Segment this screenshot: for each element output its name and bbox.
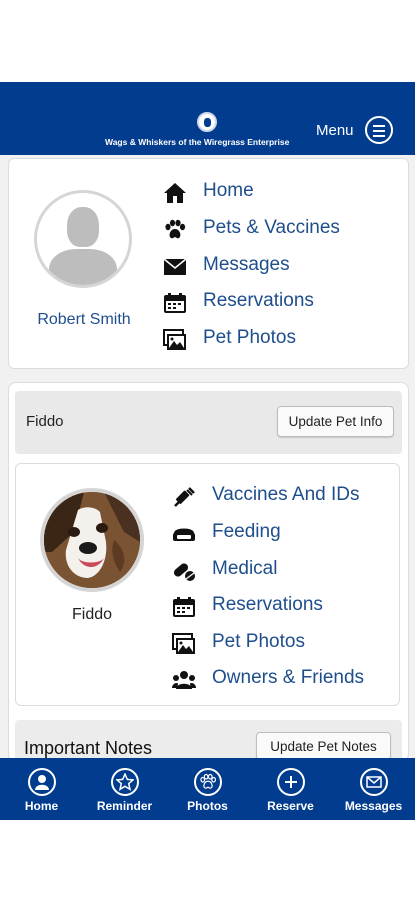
update-pet-info-button[interactable]: Update Pet Info — [277, 406, 394, 437]
bottom-nav-reminder[interactable]: Reminder — [83, 758, 166, 820]
bottom-nav-photos-label: Photos — [187, 799, 228, 813]
menu-label[interactable]: Menu — [316, 122, 354, 139]
brand-name: Wags & Whiskers of the Wiregrass Enterpr… — [105, 137, 290, 147]
pet-photo-label: Fiddo — [71, 606, 113, 623]
pet-nav-medical-label: Medical — [212, 558, 278, 579]
bottom-nav-photos[interactable]: Photos — [166, 758, 249, 820]
pet-nav-reservations-label: Reservations — [212, 594, 323, 615]
calendar-icon — [164, 293, 186, 313]
plus-icon — [276, 768, 305, 796]
paw-icon — [193, 768, 222, 796]
pet-photo[interactable] — [40, 488, 144, 592]
nav-messages-label: Messages — [203, 254, 290, 275]
pills-icon — [173, 563, 195, 581]
images-icon — [163, 329, 186, 350]
paw-logo-icon — [197, 112, 217, 132]
syringe-icon — [174, 487, 195, 507]
calendar-icon — [173, 597, 195, 617]
bottom-nav-home[interactable]: Home — [0, 758, 83, 820]
images-icon — [172, 633, 195, 654]
envelope-icon — [163, 258, 187, 275]
bottom-nav-messages[interactable]: Messages — [332, 758, 415, 820]
nav-home-label: Home — [203, 180, 254, 201]
nav-reservations-label: Reservations — [203, 290, 314, 311]
bottom-nav: Home Reminder Photos Reserve Messages — [0, 758, 415, 820]
nav-pet-photos-label: Pet Photos — [203, 327, 296, 348]
pet-nav-feeding-label: Feeding — [212, 521, 281, 542]
pet-nav-photos-label: Pet Photos — [212, 631, 305, 652]
user-name: Robert Smith — [37, 311, 131, 328]
hamburger-icon[interactable] — [365, 116, 393, 144]
home-icon — [164, 183, 186, 203]
bottom-nav-reserve-label: Reserve — [267, 799, 314, 813]
pet-nav-owners-label: Owners & Friends — [212, 667, 365, 688]
star-icon — [110, 768, 139, 796]
bottom-nav-home-label: Home — [24, 799, 59, 813]
pet-nav-vaccines-label: Vaccines And IDs — [212, 484, 360, 505]
app-screen: Wags & Whiskers of the Wiregrass Enterpr… — [0, 0, 415, 900]
bottom-nav-reserve[interactable]: Reserve — [249, 758, 332, 820]
bottom-nav-reminder-label: Reminder — [96, 799, 153, 813]
user-circle-icon — [27, 768, 56, 796]
pet-name: Fiddo — [26, 413, 64, 430]
dog-photo-image — [44, 492, 140, 588]
important-notes-title: Important Notes — [24, 738, 153, 758]
bottom-nav-messages-label: Messages — [344, 799, 403, 813]
paw-icon — [165, 219, 186, 239]
envelope-icon — [359, 768, 388, 796]
food-bowl-icon — [173, 528, 195, 541]
nav-pets-vaccines-label: Pets & Vaccines — [203, 217, 340, 238]
update-pet-notes-button[interactable]: Update Pet Notes — [256, 732, 391, 760]
users-icon — [172, 671, 196, 689]
user-avatar — [34, 190, 132, 288]
